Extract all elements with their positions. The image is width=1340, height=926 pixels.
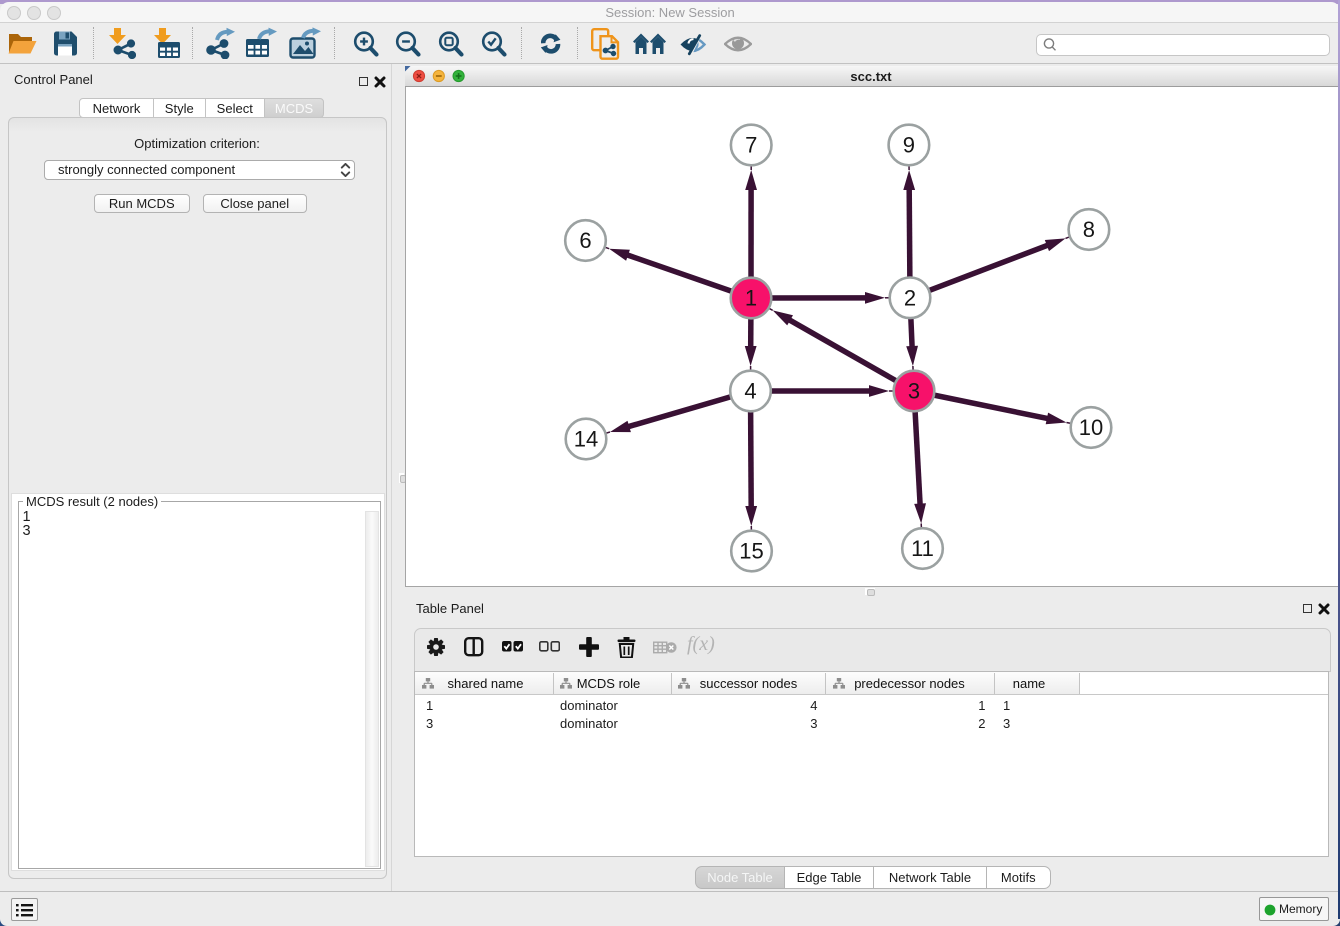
- svg-text:10: 10: [1078, 415, 1102, 440]
- svg-text:3: 3: [907, 378, 919, 403]
- svg-text:15: 15: [739, 538, 763, 563]
- svg-text:14: 14: [573, 426, 597, 451]
- svg-text:7: 7: [745, 132, 757, 157]
- svg-text:1: 1: [744, 285, 756, 310]
- svg-text:6: 6: [579, 228, 591, 253]
- svg-text:11: 11: [911, 536, 934, 561]
- svg-text:9: 9: [902, 132, 914, 157]
- svg-text:2: 2: [903, 285, 915, 310]
- svg-text:4: 4: [744, 378, 756, 403]
- svg-text:8: 8: [1082, 217, 1094, 242]
